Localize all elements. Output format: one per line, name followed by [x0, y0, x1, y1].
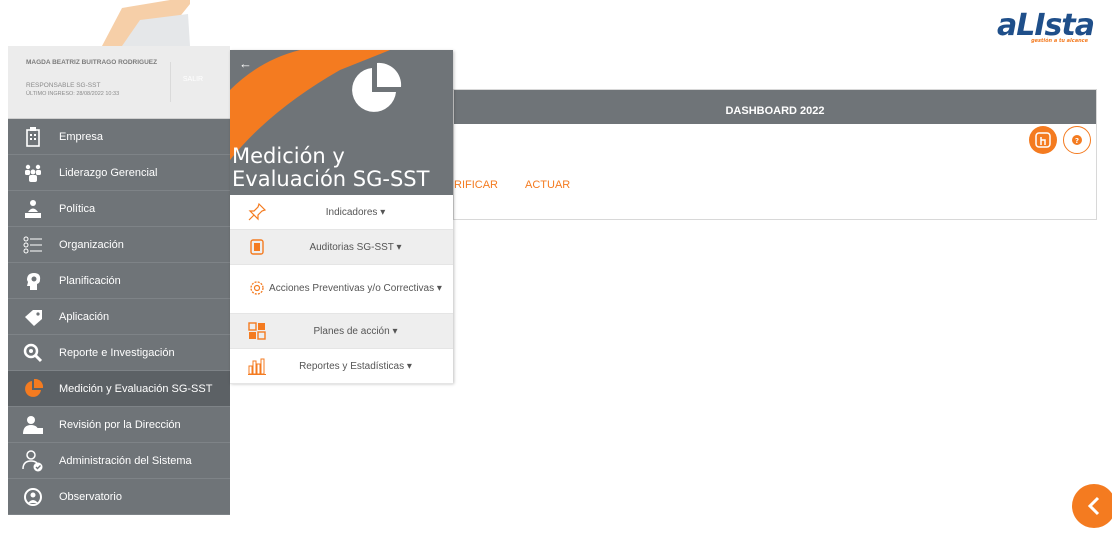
flyout-title: Medición y Evaluación SG-SST: [232, 144, 430, 191]
admin-user-icon: [22, 449, 44, 472]
list-icon: [22, 234, 44, 256]
person-podium-icon: [22, 198, 44, 220]
submenu-acciones[interactable]: Acciones Preventivas y/o Correctivas ▾: [230, 265, 453, 314]
user-name: MAGDA BEATRIZ BUITRAGO RODRIGUEZ: [26, 59, 158, 66]
search-icon: [22, 342, 44, 364]
question-icon: ?: [1072, 135, 1082, 145]
pie-chart-icon: [22, 378, 44, 400]
submenu-planes[interactable]: Planes de acción ▾: [230, 314, 453, 349]
team-icon: [22, 162, 44, 184]
sidebar-item-reporte[interactable]: Reporte e Investigación: [8, 335, 230, 371]
hand-pointer-icon: [1035, 132, 1051, 148]
sidebar-item-administracion[interactable]: Administración del Sistema: [8, 443, 230, 479]
dashboard-panel: DASHBOARD 2022 ? RIFICAR ACTUAR: [453, 89, 1097, 220]
submenu-flyout: ← Medición y Evaluación SG-SST Indicador…: [230, 50, 453, 384]
manager-icon: [22, 414, 44, 436]
help-button[interactable]: ?: [1063, 126, 1091, 154]
sidebar-item-label: Administración del Sistema: [59, 454, 192, 467]
sidebar-item-planificacion[interactable]: Planificación: [8, 263, 230, 299]
svg-text:?: ?: [1075, 137, 1079, 145]
tab-actuar[interactable]: ACTUAR: [525, 179, 570, 191]
sidebar-item-politica[interactable]: Política: [8, 191, 230, 227]
header-decoration: [102, 0, 190, 46]
floating-action-button[interactable]: [1072, 484, 1112, 528]
user-panel: MAGDA BEATRIZ BUITRAGO RODRIGUEZ RESPONS…: [8, 46, 230, 119]
back-arrow-icon[interactable]: ←: [239, 56, 252, 71]
sidebar-item-revision[interactable]: Revisión por la Dirección: [8, 407, 230, 443]
tag-icon: [22, 306, 44, 328]
pushpin-icon: [248, 203, 266, 221]
grid-icon: [248, 322, 266, 340]
sidebar-item-label: Liderazgo Gerencial: [59, 166, 158, 179]
sidebar-item-empresa[interactable]: Empresa: [8, 119, 230, 155]
observatory-icon: [22, 486, 44, 508]
flyout-header: ← Medición y Evaluación SG-SST: [230, 50, 453, 195]
pie-chart-icon: [352, 62, 402, 112]
submenu-auditorias[interactable]: Auditorias SG-SST ▾: [230, 230, 453, 265]
sidebar-item-label: Organización: [59, 238, 124, 251]
brand-logo[interactable]: aLIsta gestión a tu alcance: [997, 8, 1095, 44]
sidebar: MAGDA BEATRIZ BUITRAGO RODRIGUEZ RESPONS…: [8, 46, 230, 515]
building-icon: [22, 126, 44, 148]
sidebar-item-label: Política: [59, 202, 96, 215]
sidebar-item-observatorio[interactable]: Observatorio: [8, 479, 230, 515]
user-role: RESPONSABLE SG-SST: [26, 82, 101, 89]
sidebar-item-medicion[interactable]: Medición y Evaluación SG-SST: [8, 371, 230, 407]
sidebar-item-label: Medición y Evaluación SG-SST: [59, 382, 213, 395]
tutorial-button[interactable]: [1029, 126, 1057, 154]
top-bar: aLIsta gestión a tu alcance: [0, 0, 1112, 46]
back-icon: [1087, 496, 1100, 516]
sidebar-item-label: Planificación: [59, 274, 121, 287]
sidebar-item-label: Empresa: [59, 130, 104, 143]
sidebar-item-label: Reporte e Investigación: [59, 346, 175, 359]
tab-verificar[interactable]: RIFICAR: [454, 179, 498, 191]
head-bulb-icon: [22, 270, 44, 292]
audit-icon: [250, 239, 264, 255]
submenu-reportes[interactable]: Reportes y Estadísticas ▾: [230, 349, 453, 384]
gears-icon: [250, 281, 264, 295]
bar-chart-icon: [248, 358, 266, 375]
sidebar-item-organizacion[interactable]: Organización: [8, 227, 230, 263]
sidebar-item-label: Observatorio: [59, 490, 122, 503]
sidebar-item-label: Revisión por la Dirección: [59, 418, 181, 431]
last-login: ÚLTIMO INGRESO: 28/08/2022 10:33: [26, 91, 120, 97]
submenu-indicadores[interactable]: Indicadores ▾: [230, 195, 453, 230]
dashboard-title: DASHBOARD 2022: [454, 90, 1096, 124]
sidebar-item-aplicacion[interactable]: Aplicación: [8, 299, 230, 335]
sidebar-item-label: Aplicación: [59, 310, 110, 323]
sidebar-item-liderazgo[interactable]: Liderazgo Gerencial: [8, 155, 230, 191]
logout-button[interactable]: SALIR: [170, 62, 215, 102]
